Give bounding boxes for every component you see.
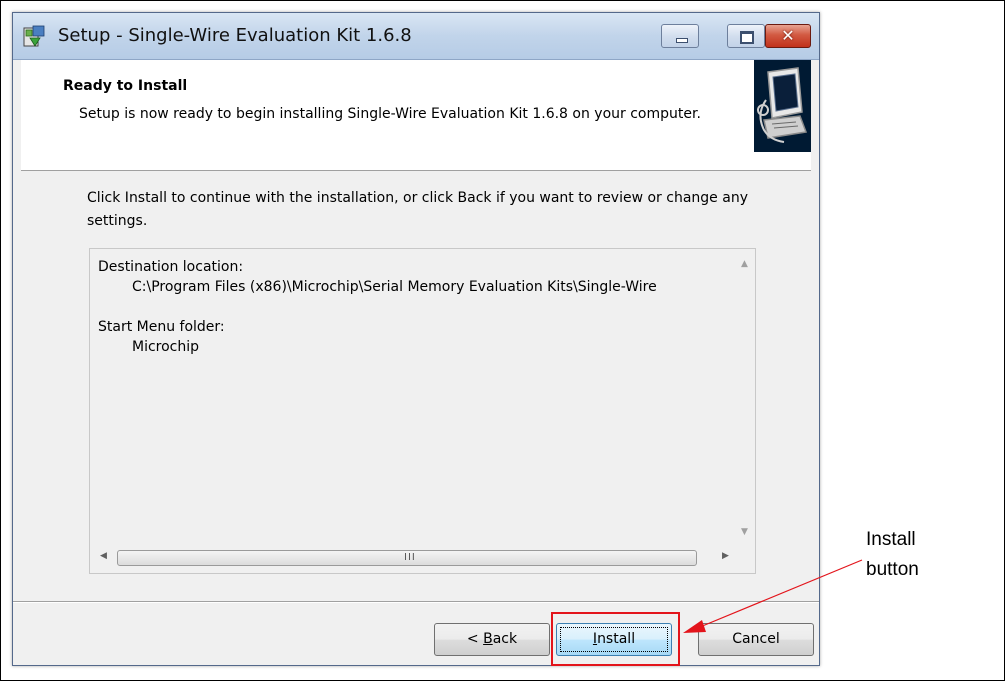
vertical-scrollbar[interactable]: ▲ ▼ xyxy=(737,249,755,539)
maximize-button[interactable] xyxy=(727,24,765,48)
minimize-button[interactable] xyxy=(661,24,699,48)
scroll-right-icon[interactable]: ▶ xyxy=(722,551,729,561)
window-title: Setup - Single-Wire Evaluation Kit 1.6.8 xyxy=(58,25,412,46)
close-button[interactable]: ✕ xyxy=(765,24,811,48)
callout-line-1: Install xyxy=(866,529,916,550)
install-highlight-box xyxy=(551,612,680,666)
wizard-header: Ready to Install Setup is now ready to b… xyxy=(21,60,811,171)
start-menu-value: Microchip xyxy=(132,339,200,355)
computer-install-icon xyxy=(754,60,811,152)
close-icon: ✕ xyxy=(781,26,795,45)
callout-label: Install button xyxy=(866,525,919,585)
intro-text: Click Install to continue with the insta… xyxy=(87,190,748,229)
back-rest: ack xyxy=(492,631,518,647)
page-description: Setup is now ready to begin installing S… xyxy=(79,106,701,122)
back-button[interactable]: < Back xyxy=(434,623,550,656)
scroll-left-icon[interactable]: ◀ xyxy=(100,551,107,561)
scroll-up-icon[interactable]: ▲ xyxy=(741,259,748,269)
scroll-grip: III xyxy=(404,552,416,563)
destination-label: Destination location: xyxy=(98,259,244,275)
page-heading: Ready to Install xyxy=(63,78,188,94)
footer-separator xyxy=(13,601,819,603)
cancel-button[interactable]: Cancel xyxy=(698,623,814,656)
horizontal-scroll-thumb[interactable]: III xyxy=(117,550,697,566)
ready-memo[interactable]: Destination location: C:\Program Files (… xyxy=(89,248,756,574)
back-accel: B xyxy=(483,631,493,647)
maximize-icon xyxy=(740,31,754,44)
minimize-icon xyxy=(676,38,688,43)
back-prefix: < xyxy=(466,631,484,647)
callout-line-2: button xyxy=(866,559,919,580)
destination-value: C:\Program Files (x86)\Microchip\Serial … xyxy=(132,279,657,295)
scroll-down-icon[interactable]: ▼ xyxy=(741,527,748,537)
app-setup-icon xyxy=(23,25,45,47)
memo-content: Destination location: C:\Program Files (… xyxy=(98,257,732,357)
setup-window: Setup - Single-Wire Evaluation Kit 1.6.8… xyxy=(12,12,820,666)
horizontal-scrollbar[interactable]: ◀ III ▶ xyxy=(90,538,738,573)
start-menu-label: Start Menu folder: xyxy=(98,319,225,335)
title-bar[interactable]: Setup - Single-Wire Evaluation Kit 1.6.8… xyxy=(13,13,819,60)
